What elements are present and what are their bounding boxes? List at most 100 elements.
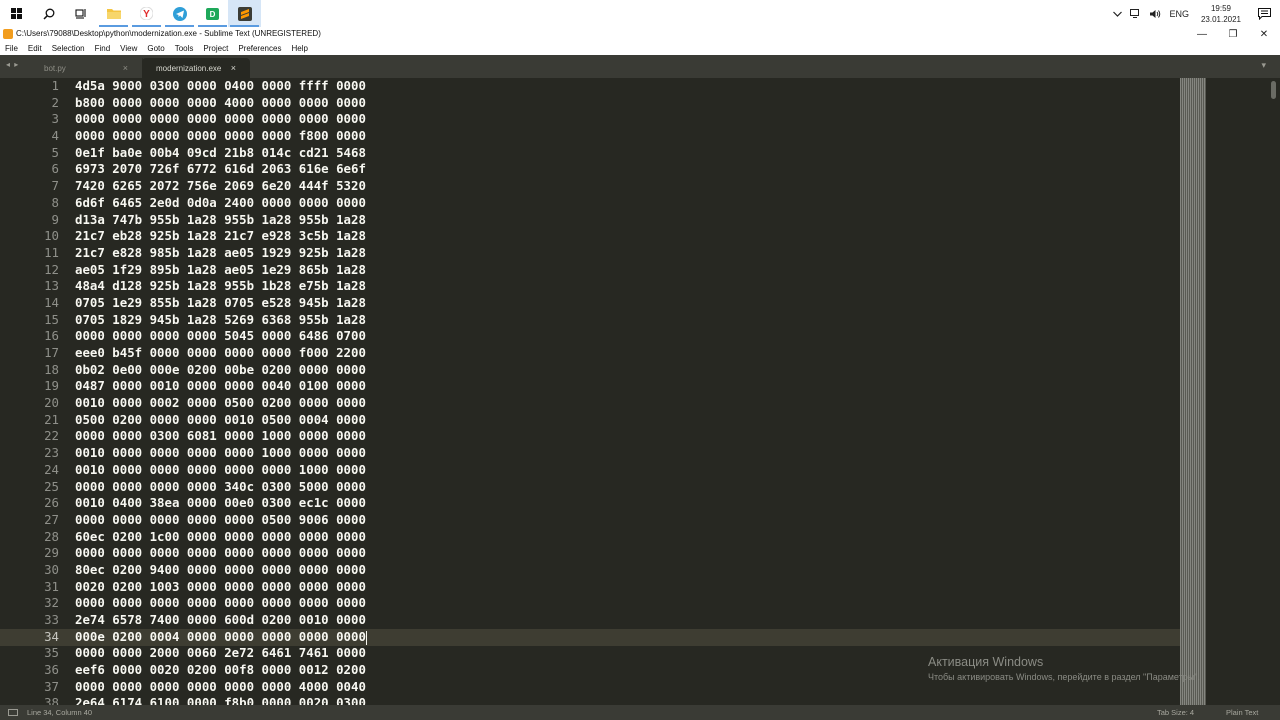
code-line[interactable]: 0010 0000 0000 0000 0000 0000 1000 0000 [75, 462, 366, 479]
notification-icon[interactable] [1249, 0, 1280, 27]
line-number: 18 [44, 361, 59, 377]
panel-toggle-icon[interactable] [8, 709, 18, 716]
close-button[interactable]: ✕ [1249, 27, 1279, 41]
code-line[interactable]: 7420 6265 2072 756e 2069 6e20 444f 5320 [75, 178, 366, 195]
code-line[interactable]: ae05 1f29 895b 1a28 ae05 1e29 865b 1a28 [75, 262, 366, 279]
folder-icon[interactable] [97, 0, 130, 27]
code-line[interactable]: 0e1f ba0e 00b4 09cd 21b8 014c cd21 5468 [75, 145, 366, 162]
minimize-button[interactable]: — [1187, 27, 1217, 41]
code-line[interactable]: 0500 0200 0000 0000 0010 0500 0004 0000 [75, 412, 366, 429]
code-line[interactable]: 4d5a 9000 0300 0000 0400 0000 ffff 0000 [75, 78, 366, 95]
maximize-button[interactable]: ❐ [1218, 27, 1248, 41]
scrollbar-thumb[interactable] [1271, 81, 1276, 99]
code-line[interactable]: 0000 0000 0300 6081 0000 1000 0000 0000 [75, 428, 366, 445]
close-icon[interactable]: × [123, 63, 128, 73]
window-titlebar: C:\Users\79088\Desktop\python\modernizat… [0, 27, 1280, 41]
code-line[interactable]: 0000 0000 0000 0000 0000 0500 9006 0000 [75, 512, 366, 529]
tab-bot-py[interactable]: bot.py × [30, 58, 143, 78]
line-number: 35 [44, 645, 59, 661]
network-icon[interactable] [1126, 0, 1145, 27]
search-icon[interactable] [32, 0, 65, 27]
code-line[interactable]: 0020 0200 1003 0000 0000 0000 0000 0000 [75, 579, 366, 596]
code-line[interactable]: 0705 1829 945b 1a28 5269 6368 955b 1a28 [75, 312, 366, 329]
menu-file[interactable]: File [0, 44, 23, 53]
line-number: 15 [44, 311, 59, 327]
menu-goto[interactable]: Goto [142, 44, 169, 53]
editor-area[interactable]: 1 2 3 4 5 6 7 8 9 10 11 12 13 14 15 16 17 18 19 20 21 22 23 24 2… [0, 78, 1280, 705]
watermark-subtitle: Чтобы активировать Windows, перейдите в … [928, 672, 1200, 682]
code-line[interactable]: 60ec 0200 1c00 0000 0000 0000 0000 0000 [75, 529, 366, 546]
code-line[interactable]: d13a 747b 955b 1a28 955b 1a28 955b 1a28 [75, 212, 366, 229]
code-line[interactable]: 6973 2070 726f 6772 616d 2063 616e 6e6f [75, 161, 366, 178]
code-line[interactable]: 2e74 6578 7400 0000 600d 0200 0010 0000 [75, 612, 366, 629]
tab-size[interactable]: Tab Size: 4 [1157, 708, 1194, 717]
line-number: 3 [51, 111, 59, 127]
code-line[interactable]: 6d6f 6465 2e0d 0d0a 2400 0000 0000 0000 [75, 195, 366, 212]
telegram-icon[interactable] [163, 0, 196, 27]
menu-selection[interactable]: Selection [47, 44, 90, 53]
line-number: 34 [44, 628, 59, 644]
code-line[interactable]: 0705 1e29 855b 1a28 0705 e528 945b 1a28 [75, 295, 366, 312]
code-line[interactable]: 21c7 eb28 925b 1a28 21c7 e928 3c5b 1a28 [75, 228, 366, 245]
status-bar: Line 34, Column 40 Tab Size: 4 Plain Tex… [0, 705, 1280, 720]
volume-icon[interactable] [1145, 0, 1165, 27]
menu-help[interactable]: Help [286, 44, 312, 53]
menu-edit[interactable]: Edit [23, 44, 47, 53]
line-number: 31 [44, 578, 59, 594]
code-line[interactable]: 0010 0400 38ea 0000 00e0 0300 ec1c 0000 [75, 495, 366, 512]
code-line[interactable]: 21c7 e828 985b 1a28 ae05 1929 925b 1a28 [75, 245, 366, 262]
line-number: 14 [44, 294, 59, 310]
syntax-selector[interactable]: Plain Text [1226, 708, 1258, 717]
menu-find[interactable]: Find [90, 44, 116, 53]
close-icon[interactable]: × [231, 63, 236, 73]
windows-start-icon[interactable] [0, 0, 33, 27]
code-line[interactable]: 0000 0000 0000 0000 0000 0000 0000 0000 [75, 111, 366, 128]
menu-project[interactable]: Project [198, 44, 233, 53]
line-number: 17 [44, 345, 59, 360]
code-text[interactable]: 4d5a 9000 0300 0000 0400 0000 ffff 0000 b… [75, 78, 366, 705]
clock[interactable]: 19:59 23.01.2021 [1193, 3, 1249, 25]
cursor-position[interactable]: Line 34, Column 40 [27, 708, 92, 717]
window-title: C:\Users\79088\Desktop\python\modernizat… [16, 29, 321, 38]
line-number: 19 [44, 378, 59, 394]
vertical-scrollbar[interactable] [1270, 78, 1278, 705]
menu-tools[interactable]: Tools [170, 44, 199, 53]
menu-preferences[interactable]: Preferences [233, 44, 286, 53]
code-line[interactable]: 0000 0000 0000 0000 340c 0300 5000 0000 [75, 479, 366, 496]
code-line[interactable]: 0000 0000 2000 0060 2e72 6461 7461 0000 [75, 645, 366, 662]
code-line[interactable]: 0487 0000 0010 0000 0000 0040 0100 0000 [75, 378, 366, 395]
code-line[interactable]: 0000 0000 0000 0000 5045 0000 6486 0700 [75, 328, 366, 345]
code-line[interactable]: 0010 0000 0000 0000 0000 1000 0000 0000 [75, 445, 366, 462]
code-line[interactable]: 0b02 0e00 000e 0200 00be 0200 0000 0000 [75, 362, 366, 379]
green-app-icon[interactable]: D [196, 0, 229, 27]
code-line[interactable]: 80ec 0200 9400 0000 0000 0000 0000 0000 [75, 562, 366, 579]
sublime-icon[interactable] [228, 0, 261, 27]
code-line[interactable]: 0010 0000 0002 0000 0500 0200 0000 0000 [75, 395, 366, 412]
code-line[interactable]: 48a4 d128 925b 1a28 955b 1b28 e75b 1a28 [75, 278, 366, 295]
code-line[interactable]: 2e64 6174 6100 0000 f8b0 0000 0020 0300 [75, 695, 366, 705]
task-view-icon[interactable] [64, 0, 97, 27]
minimap-viewport[interactable] [1180, 78, 1206, 705]
tab-modernization-exe[interactable]: modernization.exe × [142, 58, 250, 78]
tab-scroll-arrows[interactable]: ◂ ▸ [6, 60, 19, 69]
line-number: 12 [44, 261, 59, 277]
line-number: 1 [51, 78, 59, 93]
code-line[interactable]: 0000 0000 0000 0000 0000 0000 0000 0000 [75, 545, 366, 562]
code-line[interactable]: 000e 0200 0004 0000 0000 0000 0000 0000 [75, 629, 366, 646]
code-line[interactable]: eef6 0000 0020 0200 00f8 0000 0012 0200 [75, 662, 366, 679]
menu-view[interactable]: View [115, 44, 142, 53]
yandex-icon[interactable]: Y [130, 0, 163, 27]
code-line[interactable]: b800 0000 0000 0000 4000 0000 0000 0000 [75, 95, 366, 112]
language-indicator[interactable]: ENG [1165, 0, 1193, 27]
chevron-down-icon[interactable]: ▾ [1261, 60, 1266, 71]
line-number: 4 [51, 128, 59, 144]
code-line[interactable]: 0000 0000 0000 0000 0000 0000 0000 0000 [75, 595, 366, 612]
text-cursor [366, 630, 367, 645]
chevron-up-icon[interactable] [1109, 0, 1126, 27]
line-number: 33 [44, 612, 59, 627]
minimap[interactable] [1180, 78, 1206, 705]
code-line[interactable]: 0000 0000 0000 0000 0000 0000 4000 0040 [75, 679, 366, 696]
code-line[interactable]: 0000 0000 0000 0000 0000 0000 f800 0000 [75, 128, 366, 145]
windows-activation-watermark: Активация Windows Чтобы активировать Win… [928, 655, 1200, 682]
code-line[interactable]: eee0 b45f 0000 0000 0000 0000 f000 2200 [75, 345, 366, 362]
